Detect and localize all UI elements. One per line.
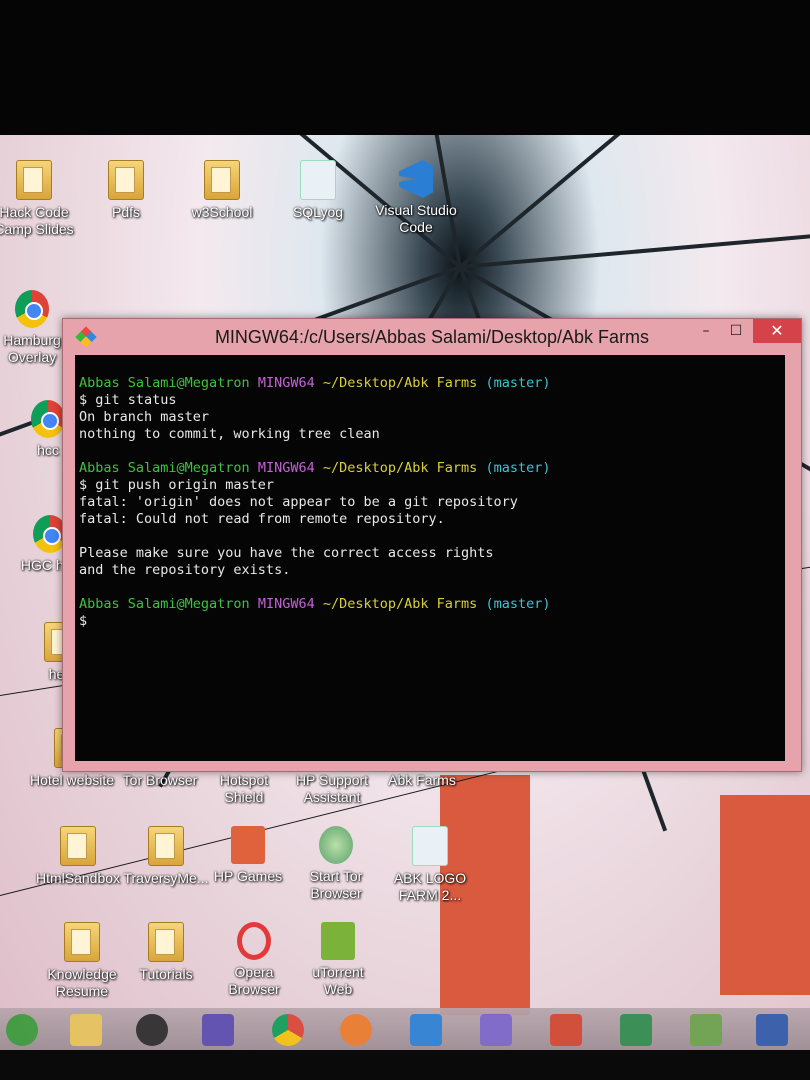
sqlyog-icon — [300, 160, 336, 200]
image-icon — [412, 826, 448, 866]
desktop-icon-htmlsandbox[interactable]: HtmlSandbox — [30, 826, 126, 887]
desktop-icon-abk-logo[interactable]: ABK LOGO FARM 2... — [382, 826, 478, 904]
chrome-icon[interactable] — [272, 1014, 304, 1046]
desktop-icon-start-tor-browser[interactable]: Start Tor Browser — [288, 826, 384, 902]
folder-icon — [148, 826, 184, 866]
publisher-icon[interactable] — [690, 1014, 722, 1046]
wallpaper-shape — [720, 795, 810, 995]
word-icon[interactable] — [756, 1014, 788, 1046]
wallpaper-ray — [459, 219, 810, 269]
prompt-branch: (master) — [485, 375, 551, 391]
folder-icon — [64, 922, 100, 962]
desktop-icon-tutorials[interactable]: Tutorials — [118, 922, 214, 983]
media-player-icon[interactable] — [136, 1014, 168, 1046]
terminal-line: $ — [79, 613, 88, 629]
prompt-branch: (master) — [485, 596, 551, 612]
prompt-branch: (master) — [485, 460, 551, 476]
excel-icon[interactable] — [620, 1014, 652, 1046]
git-bash-window[interactable]: MINGW64:/c/Users/Abbas Salami/Desktop/Ab… — [62, 318, 802, 772]
desktop-icon-opera-browser[interactable]: Opera Browser — [206, 922, 302, 998]
folder-icon — [16, 160, 52, 200]
terminal-line: fatal: 'origin' does not appear to be a … — [79, 494, 518, 510]
desktop-icon-sqlyog[interactable]: SQLyog — [270, 160, 366, 221]
terminal-line: Please make sure you have the correct ac… — [79, 545, 494, 561]
desktop-icon-knowledge-resume[interactable]: Knowledge Resume — [34, 922, 130, 1000]
opera-icon — [237, 922, 271, 960]
terminal-line: nothing to commit, working tree clean — [79, 426, 380, 442]
minimize-button[interactable]: – — [691, 319, 721, 343]
tor-icon — [319, 826, 353, 864]
desktop-icon-w3school[interactable]: w3School — [174, 160, 270, 221]
prompt-host: MINGW64 — [257, 375, 315, 391]
folder-icon — [60, 826, 96, 866]
firefox-icon[interactable] — [340, 1014, 372, 1046]
folder-icon — [204, 160, 240, 200]
vscode-icon — [399, 160, 433, 198]
desktop-icon-pdfs[interactable]: Pdfs — [78, 160, 174, 221]
prompt-path: ~/Desktop/Abk Farms — [322, 375, 478, 391]
prompt-path: ~/Desktop/Abk Farms — [322, 596, 478, 612]
photos-icon[interactable] — [202, 1014, 234, 1046]
desktop-icon-vscode[interactable]: Visual Studio Code — [368, 160, 464, 236]
prompt-user: Abbas Salami@Megatron — [79, 460, 250, 476]
close-button[interactable]: ✕ — [753, 319, 801, 343]
prompt-user: Abbas Salami@Megatron — [79, 375, 250, 391]
window-titlebar[interactable]: MINGW64:/c/Users/Abbas Salami/Desktop/Ab… — [63, 319, 801, 355]
desktop-icon-hack-code[interactable]: Hack Code Camp Slides — [0, 160, 82, 238]
folder-icon — [148, 922, 184, 962]
maximize-button[interactable]: ☐ — [721, 319, 751, 343]
chrome-icon — [15, 290, 49, 328]
desktop-icon-hp-games[interactable]: HP Games — [200, 826, 296, 885]
prompt-user: Abbas Salami@Megatron — [79, 596, 250, 612]
hp-games-icon — [231, 826, 265, 864]
wallpaper-ray — [458, 135, 784, 269]
terminal-line: On branch master — [79, 409, 210, 425]
terminal-output[interactable]: Abbas Salami@Megatron MINGW64 ~/Desktop/… — [75, 355, 785, 761]
terminal-line: $ git push origin master — [79, 477, 275, 493]
powerpoint-icon[interactable] — [550, 1014, 582, 1046]
onenote-icon[interactable] — [480, 1014, 512, 1046]
monitor-bezel — [0, 1050, 810, 1080]
terminal-line: and the repository exists. — [79, 562, 291, 578]
prompt-host: MINGW64 — [257, 596, 315, 612]
terminal-prompt: Abbas Salami@Megatron MINGW64 ~/Desktop/… — [79, 460, 779, 477]
chrome-icon — [31, 400, 65, 438]
terminal-line: fatal: Could not read from remote reposi… — [79, 511, 445, 527]
vscode-icon[interactable] — [410, 1014, 442, 1046]
terminal-prompt: Abbas Salami@Megatron MINGW64 ~/Desktop/… — [79, 375, 779, 392]
prompt-path: ~/Desktop/Abk Farms — [322, 460, 478, 476]
terminal-line: $ git status — [79, 392, 177, 408]
folder-icon — [108, 160, 144, 200]
ie-icon[interactable] — [6, 1014, 38, 1046]
taskbar — [0, 1008, 810, 1052]
desktop-icon-utorrent-web[interactable]: uTorrent Web — [290, 922, 386, 998]
prompt-host: MINGW64 — [257, 460, 315, 476]
file-explorer-icon[interactable] — [70, 1014, 102, 1046]
terminal-prompt: Abbas Salami@Megatron MINGW64 ~/Desktop/… — [79, 596, 779, 613]
utorrent-icon — [321, 922, 355, 960]
